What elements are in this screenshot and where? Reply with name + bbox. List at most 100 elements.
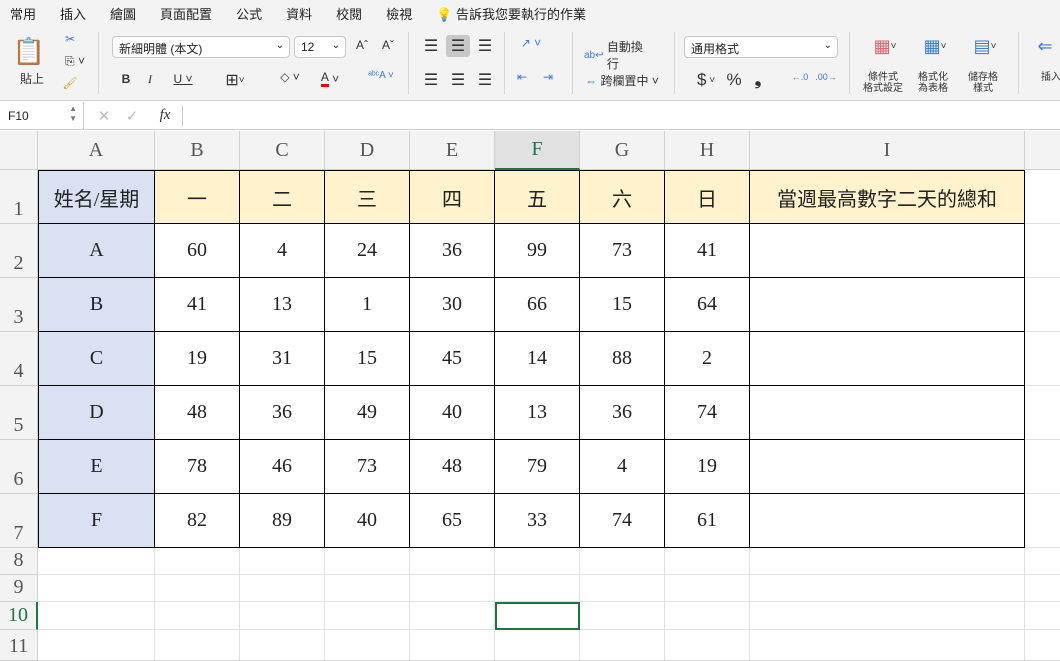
data-cell[interactable]: 89 bbox=[240, 494, 325, 548]
data-cell[interactable]: 64 bbox=[665, 278, 750, 332]
data-cell[interactable] bbox=[750, 440, 1025, 494]
header-cell[interactable]: 四 bbox=[410, 170, 495, 224]
data-cell[interactable]: 36 bbox=[240, 386, 325, 440]
cell[interactable] bbox=[495, 575, 580, 602]
data-cell[interactable]: 48 bbox=[410, 440, 495, 494]
increase-font-icon[interactable]: Aˆ bbox=[352, 38, 372, 52]
currency-button[interactable]: $ ˅ bbox=[688, 70, 724, 90]
formula-input[interactable] bbox=[182, 106, 1060, 126]
merge-center-button[interactable]: ⇔ 跨欄置中 ˅ bbox=[582, 72, 662, 89]
data-cell[interactable]: A bbox=[38, 224, 155, 278]
data-cell[interactable]: 15 bbox=[580, 278, 665, 332]
data-cell[interactable] bbox=[750, 494, 1025, 548]
column-header-B[interactable]: B bbox=[155, 131, 240, 170]
row-header-10[interactable]: 10 bbox=[0, 602, 38, 630]
cell[interactable] bbox=[1025, 548, 1060, 575]
wrap-text-button[interactable]: ab↩ 自動換行 bbox=[584, 38, 654, 72]
row-header-5[interactable]: 5 bbox=[0, 386, 38, 440]
data-cell[interactable]: 14 bbox=[495, 332, 580, 386]
data-cell[interactable]: F bbox=[38, 494, 155, 548]
cell[interactable] bbox=[750, 630, 1025, 661]
row-header-2[interactable]: 2 bbox=[0, 224, 38, 278]
cell[interactable] bbox=[750, 602, 1025, 630]
column-header-G[interactable]: G bbox=[580, 131, 665, 170]
data-cell[interactable]: 1 bbox=[325, 278, 410, 332]
data-cell[interactable]: 13 bbox=[240, 278, 325, 332]
data-cell[interactable]: 4 bbox=[240, 224, 325, 278]
tab-7[interactable]: 檢視 bbox=[386, 4, 412, 23]
data-cell[interactable]: 40 bbox=[410, 386, 495, 440]
data-cell[interactable]: 78 bbox=[155, 440, 240, 494]
data-cell[interactable]: 73 bbox=[325, 440, 410, 494]
underline-button[interactable]: U ˅ bbox=[168, 72, 198, 86]
data-cell[interactable]: 13 bbox=[495, 386, 580, 440]
cell[interactable] bbox=[665, 630, 750, 661]
cell-styles-button[interactable]: 儲存格 樣式 bbox=[958, 72, 1008, 94]
orientation-icon[interactable]: ↗ ˅ bbox=[514, 36, 548, 50]
column-header-A[interactable]: A bbox=[38, 131, 155, 170]
cell[interactable] bbox=[1025, 440, 1060, 494]
copy-icon[interactable]: ⎘ ˅ bbox=[60, 54, 90, 69]
cell[interactable] bbox=[240, 602, 325, 630]
data-cell[interactable]: C bbox=[38, 332, 155, 386]
name-box[interactable]: F10 ▲ ▼ bbox=[0, 102, 84, 129]
borders-icon[interactable]: ⊞ ˅ bbox=[218, 70, 252, 90]
cell[interactable] bbox=[580, 602, 665, 630]
data-cell[interactable]: 15 bbox=[325, 332, 410, 386]
insert-function-icon[interactable]: fx bbox=[154, 107, 176, 124]
data-cell[interactable]: 45 bbox=[410, 332, 495, 386]
cell[interactable] bbox=[1025, 278, 1060, 332]
data-cell[interactable]: 79 bbox=[495, 440, 580, 494]
cell[interactable] bbox=[495, 548, 580, 575]
data-cell[interactable]: E bbox=[38, 440, 155, 494]
tab-1[interactable]: 插入 bbox=[60, 4, 86, 23]
insert-cells-button[interactable]: 插入 bbox=[1036, 72, 1060, 83]
data-cell[interactable]: 49 bbox=[325, 386, 410, 440]
header-cell[interactable]: 六 bbox=[580, 170, 665, 224]
cell[interactable] bbox=[1025, 224, 1060, 278]
data-cell[interactable]: 46 bbox=[240, 440, 325, 494]
data-cell[interactable]: 82 bbox=[155, 494, 240, 548]
cell[interactable] bbox=[580, 575, 665, 602]
column-header-H[interactable]: H bbox=[665, 131, 750, 170]
cancel-icon[interactable]: ✕ bbox=[96, 107, 112, 125]
data-cell[interactable]: 65 bbox=[410, 494, 495, 548]
row-header-6[interactable]: 6 bbox=[0, 440, 38, 494]
column-header-I[interactable]: I bbox=[750, 131, 1025, 170]
header-cell[interactable]: 五 bbox=[495, 170, 580, 224]
cell[interactable] bbox=[38, 602, 155, 630]
tab-6[interactable]: 校閱 bbox=[336, 4, 362, 23]
header-cell[interactable]: 姓名/星期 bbox=[38, 170, 155, 224]
data-cell[interactable]: 60 bbox=[155, 224, 240, 278]
decrease-font-icon[interactable]: Aˇ bbox=[378, 38, 398, 52]
paste-button[interactable]: 貼上 bbox=[14, 70, 50, 87]
align-right-icon[interactable]: ☰ bbox=[474, 70, 496, 90]
cell[interactable] bbox=[1025, 630, 1060, 661]
format-painter-icon[interactable]: 🖌 bbox=[60, 76, 80, 90]
cell[interactable] bbox=[38, 630, 155, 661]
cell[interactable] bbox=[750, 575, 1025, 602]
header-cell[interactable]: 三 bbox=[325, 170, 410, 224]
cell[interactable] bbox=[410, 602, 495, 630]
cell[interactable] bbox=[495, 630, 580, 661]
data-cell[interactable]: 36 bbox=[580, 386, 665, 440]
cell[interactable] bbox=[155, 575, 240, 602]
format-as-table-icon[interactable]: ▦ ˅ bbox=[912, 36, 958, 57]
select-all-corner[interactable] bbox=[0, 131, 38, 170]
tab-4[interactable]: 公式 bbox=[236, 4, 262, 23]
column-header-F[interactable]: F bbox=[495, 131, 580, 170]
cell[interactable] bbox=[155, 548, 240, 575]
format-as-table-button[interactable]: 格式化 為表格 bbox=[908, 72, 958, 94]
cell[interactable] bbox=[665, 575, 750, 602]
selected-cell-F10[interactable] bbox=[495, 602, 580, 630]
row-header-4[interactable]: 4 bbox=[0, 332, 38, 386]
data-cell[interactable]: 41 bbox=[665, 224, 750, 278]
cell[interactable] bbox=[38, 548, 155, 575]
cell[interactable] bbox=[1025, 494, 1060, 548]
align-bottom-icon[interactable]: ☰ bbox=[474, 36, 496, 56]
cell[interactable] bbox=[240, 575, 325, 602]
cell[interactable] bbox=[665, 602, 750, 630]
align-left-icon[interactable]: ☰ bbox=[420, 70, 442, 90]
tab-3[interactable]: 頁面配置 bbox=[160, 4, 212, 23]
font-size-dropdown[interactable]: 12 ⌄ bbox=[294, 36, 346, 58]
